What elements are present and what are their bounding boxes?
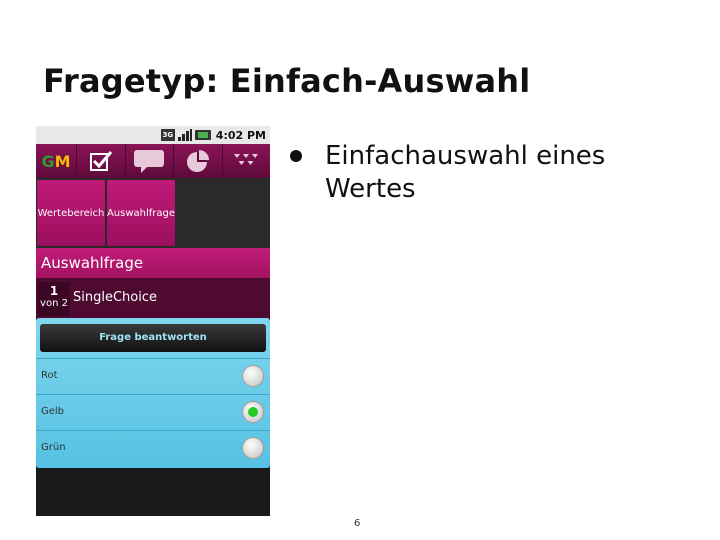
battery-icon bbox=[194, 130, 211, 140]
network-3g-icon: 3G bbox=[160, 129, 175, 141]
page-number: 6 bbox=[354, 518, 361, 529]
answer-button[interactable]: Frage beantworten bbox=[40, 324, 266, 352]
app-top-bar: GM bbox=[36, 144, 270, 178]
logo-g: G bbox=[41, 151, 55, 171]
question-type: SingleChoice bbox=[73, 290, 157, 305]
checkbox-button[interactable] bbox=[76, 144, 125, 178]
tile-auswahlfrage[interactable]: Auswahlfrage bbox=[107, 180, 175, 246]
radio-button-gruen[interactable] bbox=[242, 437, 264, 459]
radio-button-rot[interactable] bbox=[242, 365, 264, 387]
option-row-gruen[interactable]: Grün bbox=[36, 430, 270, 466]
signal-icon bbox=[177, 129, 192, 141]
tile-grid: Wertebereich Auswahlfrage bbox=[36, 178, 270, 248]
question-total: von 2 bbox=[40, 298, 68, 309]
hearts-icon bbox=[234, 154, 259, 165]
hearts-button[interactable] bbox=[221, 144, 271, 178]
chart-button[interactable] bbox=[173, 144, 222, 178]
status-bar: 3G 4:02 PM bbox=[36, 126, 270, 144]
tile-wertebereich[interactable]: Wertebereich bbox=[37, 180, 105, 246]
option-row-rot[interactable]: Rot bbox=[36, 358, 270, 394]
bullet-list: Einfachauswahl eines Wertes bbox=[290, 140, 690, 206]
phone-screenshot: 3G 4:02 PM GM Wertebereich Auswahlfrage … bbox=[36, 126, 270, 516]
answer-panel: Frage beantworten Rot Gelb Grün bbox=[36, 318, 270, 468]
question-header: Auswahlfrage bbox=[36, 248, 270, 278]
slide-title: Fragetyp: Einfach-Auswahl bbox=[43, 62, 531, 100]
option-row-gelb[interactable]: Gelb bbox=[36, 394, 270, 430]
option-label: Grün bbox=[41, 442, 66, 453]
question-counter: 1 von 2 bbox=[38, 282, 70, 316]
option-label: Rot bbox=[41, 370, 58, 381]
question-row: 1 von 2 SingleChoice bbox=[36, 278, 270, 318]
chat-button[interactable] bbox=[124, 144, 174, 178]
logo-m: M bbox=[54, 151, 71, 171]
bullet-dot-icon bbox=[290, 150, 302, 162]
question-number: 1 bbox=[49, 284, 59, 298]
status-time: 4:02 PM bbox=[215, 128, 266, 142]
pie-chart-icon bbox=[186, 150, 209, 172]
app-logo[interactable]: GM bbox=[36, 144, 76, 178]
bullet-text: Einfachauswahl eines Wertes bbox=[325, 141, 606, 204]
chat-bubble-icon bbox=[134, 150, 165, 173]
checkbox-icon bbox=[89, 151, 112, 171]
option-label: Gelb bbox=[41, 406, 65, 417]
radio-button-gelb[interactable] bbox=[242, 401, 264, 423]
